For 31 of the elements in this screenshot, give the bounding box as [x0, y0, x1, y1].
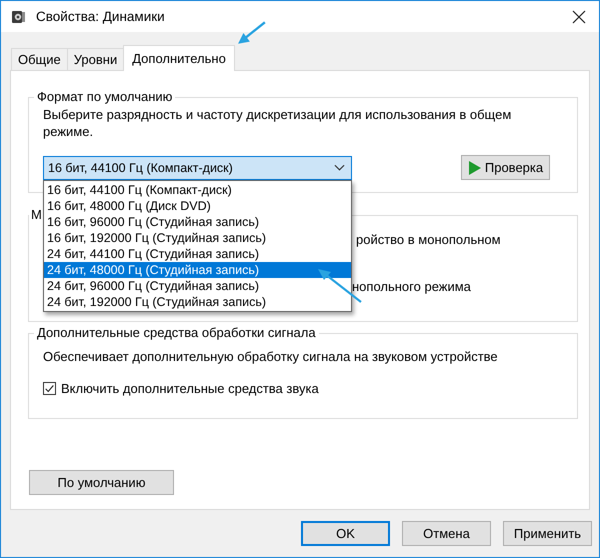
- description-text: Выберите разрядность и частоту дискретизации для использования в общем режиме.: [43, 106, 512, 140]
- description-text: Обеспечивает дополнительную обработку сигнала на звуковом устройстве: [43, 348, 499, 365]
- group-title: Дополнительные средства обработки сигнала: [34, 325, 319, 341]
- tab[interactable]: Общие: [11, 48, 68, 70]
- checkbox-label[interactable]: Включить дополнительные средства звука: [61, 381, 319, 396]
- dropdown-option[interactable]: 24 бит, 96000 Гц (Студийная запись): [44, 278, 351, 294]
- format-dropdown[interactable]: 16 бит, 44100 Гц (Компакт-диск): [43, 156, 352, 180]
- dialog-button[interactable]: OK: [301, 521, 390, 546]
- dropdown-option[interactable]: 16 бит, 96000 Гц (Студийная запись): [44, 214, 351, 230]
- dialog-button[interactable]: Применить: [503, 521, 592, 546]
- speaker-icon: [11, 8, 26, 24]
- test-button[interactable]: Проверка: [461, 155, 550, 180]
- dropdown-option[interactable]: 16 бит, 44100 Гц (Компакт-диск): [44, 182, 351, 198]
- dropdown-option[interactable]: 16 бит, 48000 Гц (Диск DVD): [44, 198, 351, 214]
- play-icon: [468, 160, 482, 176]
- dialog-button[interactable]: Отмена: [402, 521, 491, 546]
- option-text: нопольного режима: [352, 279, 471, 294]
- dropdown-option[interactable]: 16 бит, 192000 Гц (Студийная запись): [44, 230, 351, 246]
- option-text: ройство в монопольном: [356, 232, 501, 247]
- tab[interactable]: Дополнительно: [123, 45, 235, 71]
- restore-defaults-button[interactable]: По умолчанию: [29, 470, 174, 495]
- chevron-down-icon: [334, 164, 345, 171]
- checkbox[interactable]: [43, 382, 56, 395]
- dropdown-option[interactable]: 24 бит, 44100 Гц (Студийная запись): [44, 246, 351, 262]
- close-icon[interactable]: [572, 10, 586, 24]
- tab[interactable]: Уровни: [66, 48, 124, 70]
- dropdown-option[interactable]: 24 бит, 192000 Гц (Студийная запись): [44, 294, 351, 310]
- dropdown-option[interactable]: 24 бит, 48000 Гц (Студийная запись): [44, 262, 351, 278]
- annotation-arrow: [238, 21, 266, 44]
- window-title: Свойства: Динамики: [36, 9, 165, 24]
- group-title: Формат по умолчанию: [34, 89, 176, 105]
